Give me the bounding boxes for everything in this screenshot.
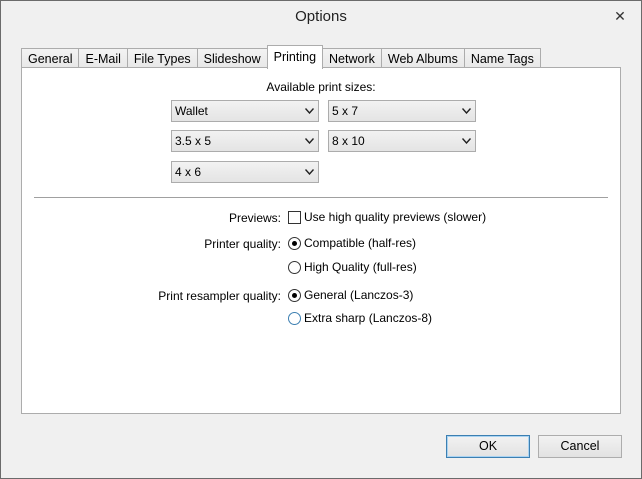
close-button[interactable]: ✕ (607, 5, 633, 27)
radio-label: General (Lanczos-3) (304, 288, 414, 302)
high-quality-previews-checkbox[interactable]: Use high quality previews (slower) (288, 210, 486, 224)
tab-strip: General E-Mail File Types Slideshow Prin… (21, 45, 541, 69)
radio-label: High Quality (full-res) (304, 260, 417, 274)
tab-name-tags[interactable]: Name Tags (463, 48, 541, 69)
tab-email[interactable]: E-Mail (78, 48, 128, 69)
radio-button[interactable] (288, 288, 301, 302)
resampler-general-radio[interactable]: General (Lanczos-3) (288, 288, 413, 302)
options-dialog: Options ✕ General E-Mail File Types Slid… (0, 0, 642, 479)
radio-label: Compatible (half-res) (304, 236, 417, 250)
print-size-select-2[interactable]: 5 x 7 (328, 100, 476, 122)
previews-label: Previews: (228, 211, 281, 225)
print-size-value: 8 x 10 (332, 134, 365, 148)
print-size-value: Wallet (175, 104, 208, 118)
radio-button[interactable] (288, 260, 301, 274)
tab-web-albums[interactable]: Web Albums (380, 48, 465, 69)
printer-quality-label: Printer quality: (204, 237, 281, 251)
checkbox-box[interactable] (288, 210, 301, 224)
tab-slideshow[interactable]: Slideshow (196, 48, 268, 69)
section-divider (34, 197, 608, 198)
print-size-select-3[interactable]: 3.5 x 5 (171, 130, 319, 152)
window-title: Options (295, 8, 347, 25)
close-icon: ✕ (614, 7, 626, 24)
chevron-down-icon (305, 101, 314, 121)
radio-button[interactable] (288, 311, 301, 325)
ok-button[interactable]: OK (446, 435, 530, 458)
print-size-value: 4 x 6 (175, 165, 202, 179)
quality-high-radio[interactable]: High Quality (full-res) (288, 260, 417, 274)
tab-general[interactable]: General (21, 48, 80, 69)
chevron-down-icon (305, 131, 314, 151)
print-size-select-4[interactable]: 8 x 10 (328, 130, 476, 152)
print-size-select-1[interactable]: Wallet (171, 100, 319, 122)
chevron-down-icon (462, 101, 471, 121)
available-sizes-label: Available print sizes: (266, 80, 376, 94)
quality-compatible-radio[interactable]: Compatible (half-res) (288, 236, 416, 250)
cancel-button[interactable]: Cancel (538, 435, 622, 458)
resampler-quality-label: Print resampler quality: (158, 289, 281, 303)
tab-printing[interactable]: Printing (266, 45, 324, 69)
printing-panel: Available print sizes: Wallet 5 x 7 3.5 … (21, 67, 621, 414)
tab-file-types[interactable]: File Types (126, 48, 198, 69)
tab-network[interactable]: Network (322, 48, 382, 69)
print-size-value: 3.5 x 5 (175, 134, 212, 148)
radio-label: Extra sharp (Lanczos-8) (304, 311, 433, 325)
resampler-extra-sharp-radio[interactable]: Extra sharp (Lanczos-8) (288, 311, 432, 325)
print-size-value: 5 x 7 (332, 104, 359, 118)
print-size-select-5[interactable]: 4 x 6 (171, 161, 319, 183)
title-bar: Options ✕ (1, 1, 641, 33)
chevron-down-icon (462, 131, 471, 151)
radio-button[interactable] (288, 236, 301, 250)
checkbox-label: Use high quality previews (slower) (304, 210, 487, 224)
chevron-down-icon (305, 162, 314, 182)
